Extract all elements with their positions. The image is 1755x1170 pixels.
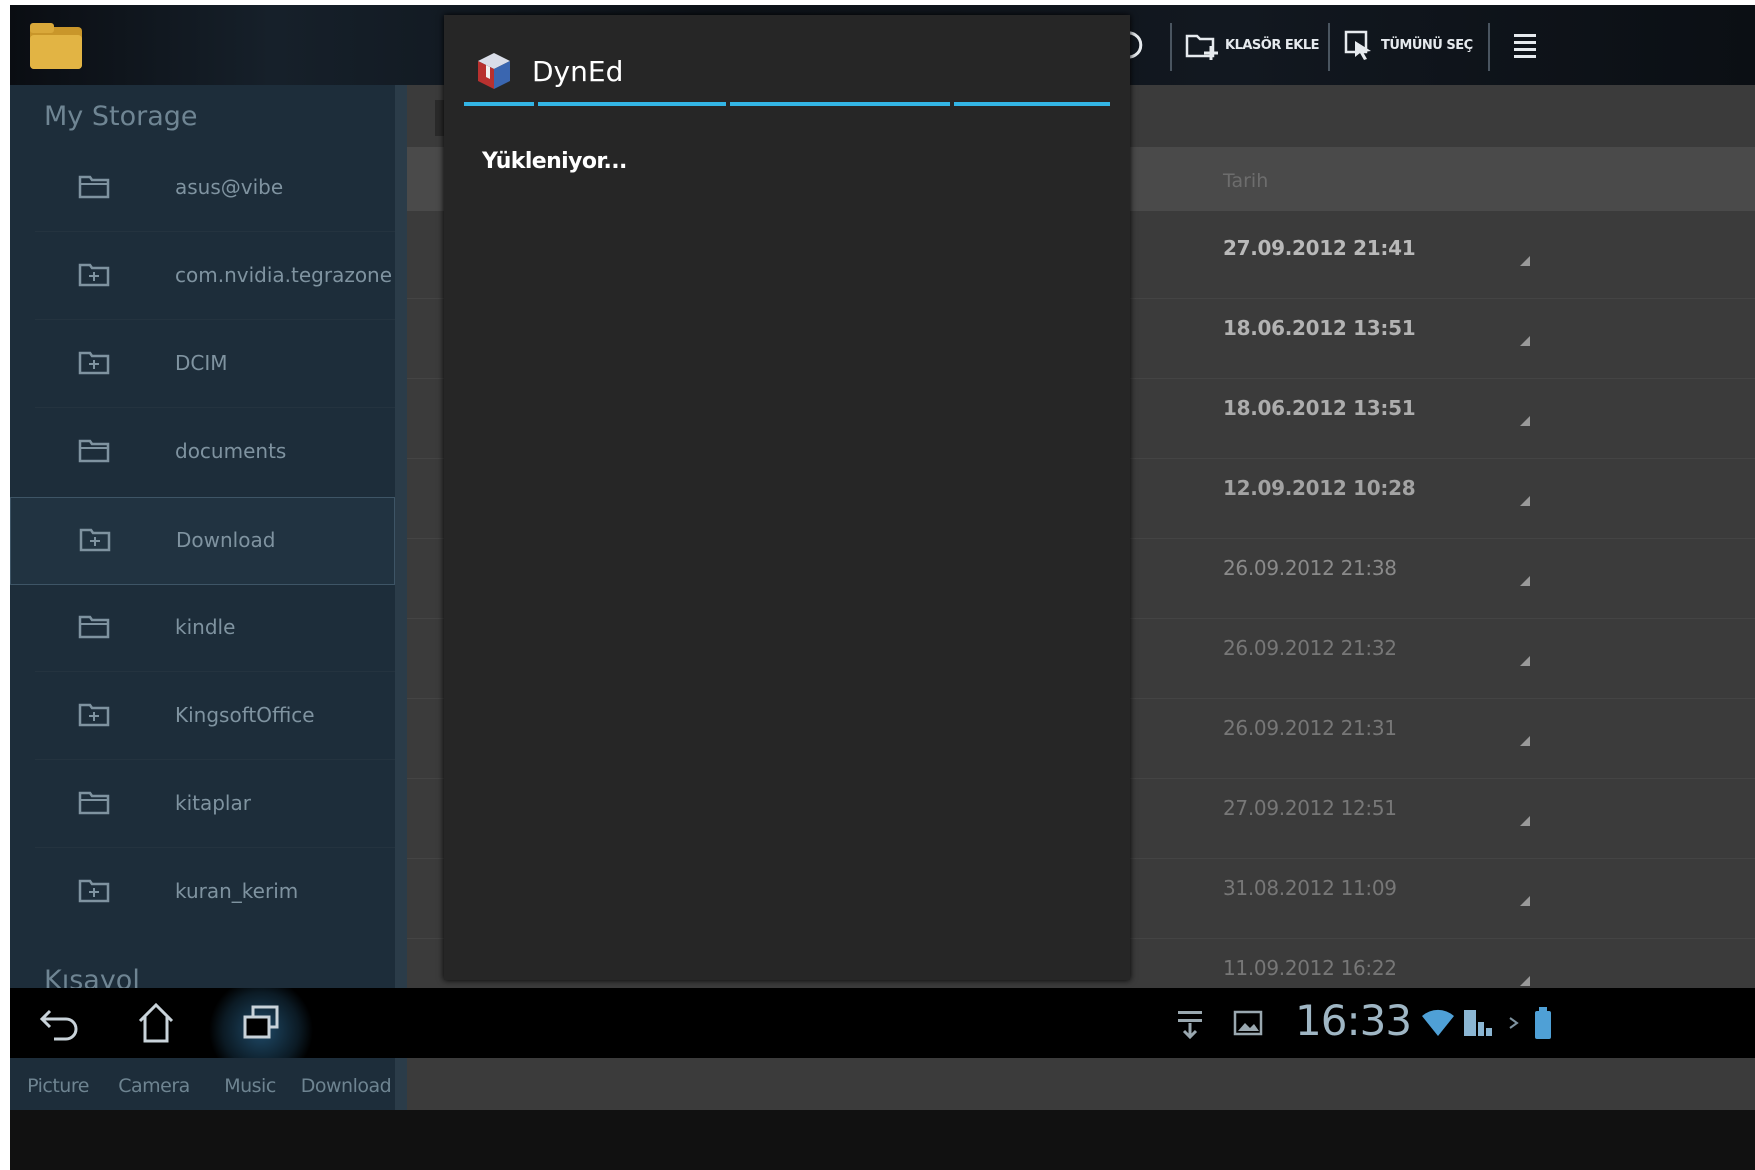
back-button[interactable] (32, 988, 88, 1058)
usb-debug-icon (1172, 988, 1208, 1058)
tablet-screen: KLASÖR EKLE TÜMÜNÜ SEÇ My Storage asus@v… (10, 5, 1755, 1170)
action-separator (1488, 23, 1490, 71)
select-all-label: TÜMÜNÜ SEÇ (1381, 37, 1473, 53)
sidebar-item-label: DCIM (175, 351, 228, 375)
item-menu-icon[interactable] (1520, 976, 1530, 986)
sidebar-item-label: kindle (175, 615, 236, 639)
sidebar-item-label: documents (175, 439, 287, 463)
item-menu-icon[interactable] (1520, 416, 1530, 426)
item-menu-icon[interactable] (1520, 256, 1530, 266)
sidebar-item-label: kuran_kerim (175, 879, 299, 903)
file-manager-app-icon[interactable] (28, 19, 86, 73)
folder-icon (78, 349, 110, 375)
item-menu-icon[interactable] (1520, 496, 1530, 506)
dyned-app-icon (472, 49, 516, 93)
item-menu-icon[interactable] (1520, 736, 1530, 746)
file-date: 31.08.2012 11:09 (1223, 876, 1397, 900)
file-date: 12.09.2012 10:28 (1223, 476, 1416, 500)
sidebar-item-download[interactable]: Download (10, 497, 395, 585)
home-button[interactable] (128, 988, 184, 1058)
sidebar-item-asusvibe[interactable]: asus@vibe (10, 145, 395, 233)
signal-icon (1460, 988, 1500, 1058)
file-date: 18.06.2012 13:51 (1223, 396, 1416, 420)
sidebar-edge (395, 85, 407, 1110)
shortcut-label: Camera (118, 1075, 190, 1097)
screenshot-icon (1230, 988, 1266, 1058)
divider (35, 231, 395, 232)
item-menu-icon[interactable] (1520, 896, 1530, 906)
file-date: 11.09.2012 16:22 (1223, 956, 1397, 980)
shortcut-label: Music (224, 1075, 276, 1097)
file-date: 27.09.2012 21:41 (1223, 236, 1416, 260)
back-icon (39, 1009, 78, 1041)
file-date: 27.09.2012 12:51 (1223, 796, 1397, 820)
divider (35, 759, 395, 760)
battery-icon (1530, 988, 1556, 1058)
sidebar-item-label: kitaplar (175, 791, 251, 815)
action-separator (1170, 23, 1172, 71)
file-date: 18.06.2012 13:51 (1223, 316, 1416, 340)
item-menu-icon[interactable] (1520, 656, 1530, 666)
sidebar-item-kuran-kerim[interactable]: kuran_kerim (10, 849, 395, 937)
menu-icon (1514, 34, 1536, 58)
folder-icon (78, 789, 110, 815)
shortcut-label: Download (300, 1075, 392, 1097)
sidebar-item-label: com.nvidia.tegrazone (175, 263, 393, 287)
sidebar-item-label: KingsoftOffice (175, 703, 315, 727)
folder-icon (78, 701, 110, 727)
my-storage-heading: My Storage (44, 101, 198, 132)
storage-sidebar: My Storage asus@vibe com.nvidia.tegrazon… (10, 85, 395, 1110)
folder-icon (78, 613, 110, 639)
select-all-button[interactable]: TÜMÜNÜ SEÇ (1343, 19, 1473, 71)
home-icon (138, 1002, 174, 1043)
sidebar-item-kitaplar[interactable]: kitaplar (10, 761, 395, 849)
action-separator (1328, 23, 1330, 71)
system-navigation-bar: 16:33 (10, 988, 1755, 1058)
loading-message: Yükleniyor... (482, 149, 627, 174)
sidebar-item-kingsoftoffice[interactable]: KingsoftOffice (10, 673, 395, 761)
sidebar-item-kindle[interactable]: kindle (10, 585, 395, 673)
sidebar-item-nvidia-tegrazone[interactable]: com.nvidia.tegrazone (10, 233, 395, 321)
folder-icon (78, 173, 110, 199)
dialog-title-divider (464, 102, 1110, 106)
folder-icon (78, 261, 110, 287)
new-folder-label: KLASÖR EKLE (1225, 37, 1320, 53)
file-date: 26.09.2012 21:31 (1223, 716, 1397, 740)
date-column-header[interactable]: Tarih (1223, 170, 1268, 192)
folder-icon (79, 526, 111, 552)
overflow-menu-button[interactable] (1510, 19, 1540, 71)
shortcut-label: Picture (27, 1075, 89, 1097)
wifi-icon (1420, 988, 1456, 1058)
sidebar-item-documents[interactable]: documents (10, 409, 395, 497)
recent-apps-button[interactable] (206, 988, 316, 1058)
dialog-title: DynEd (532, 55, 624, 88)
sidebar-item-label: asus@vibe (175, 175, 284, 199)
status-clock[interactable]: 16:33 (1295, 996, 1412, 1045)
loading-dialog: DynEd Yükleniyor... (444, 15, 1130, 980)
sync-arrow-icon (1504, 988, 1524, 1058)
folder-icon (78, 437, 110, 463)
sidebar-item-dcim[interactable]: DCIM (10, 321, 395, 409)
recent-apps-icon (243, 1005, 279, 1039)
add-folder-icon (1185, 34, 1218, 60)
select-all-icon (1344, 30, 1371, 60)
new-folder-button[interactable]: KLASÖR EKLE (1185, 19, 1320, 71)
divider (35, 847, 395, 848)
divider (35, 319, 395, 320)
file-date: 26.09.2012 21:32 (1223, 636, 1397, 660)
item-menu-icon[interactable] (1520, 576, 1530, 586)
divider (35, 671, 395, 672)
folder-icon (78, 877, 110, 903)
file-date: 26.09.2012 21:38 (1223, 556, 1397, 580)
divider (35, 407, 395, 408)
sidebar-item-label: Download (176, 528, 276, 552)
item-menu-icon[interactable] (1520, 336, 1530, 346)
item-menu-icon[interactable] (1520, 816, 1530, 826)
